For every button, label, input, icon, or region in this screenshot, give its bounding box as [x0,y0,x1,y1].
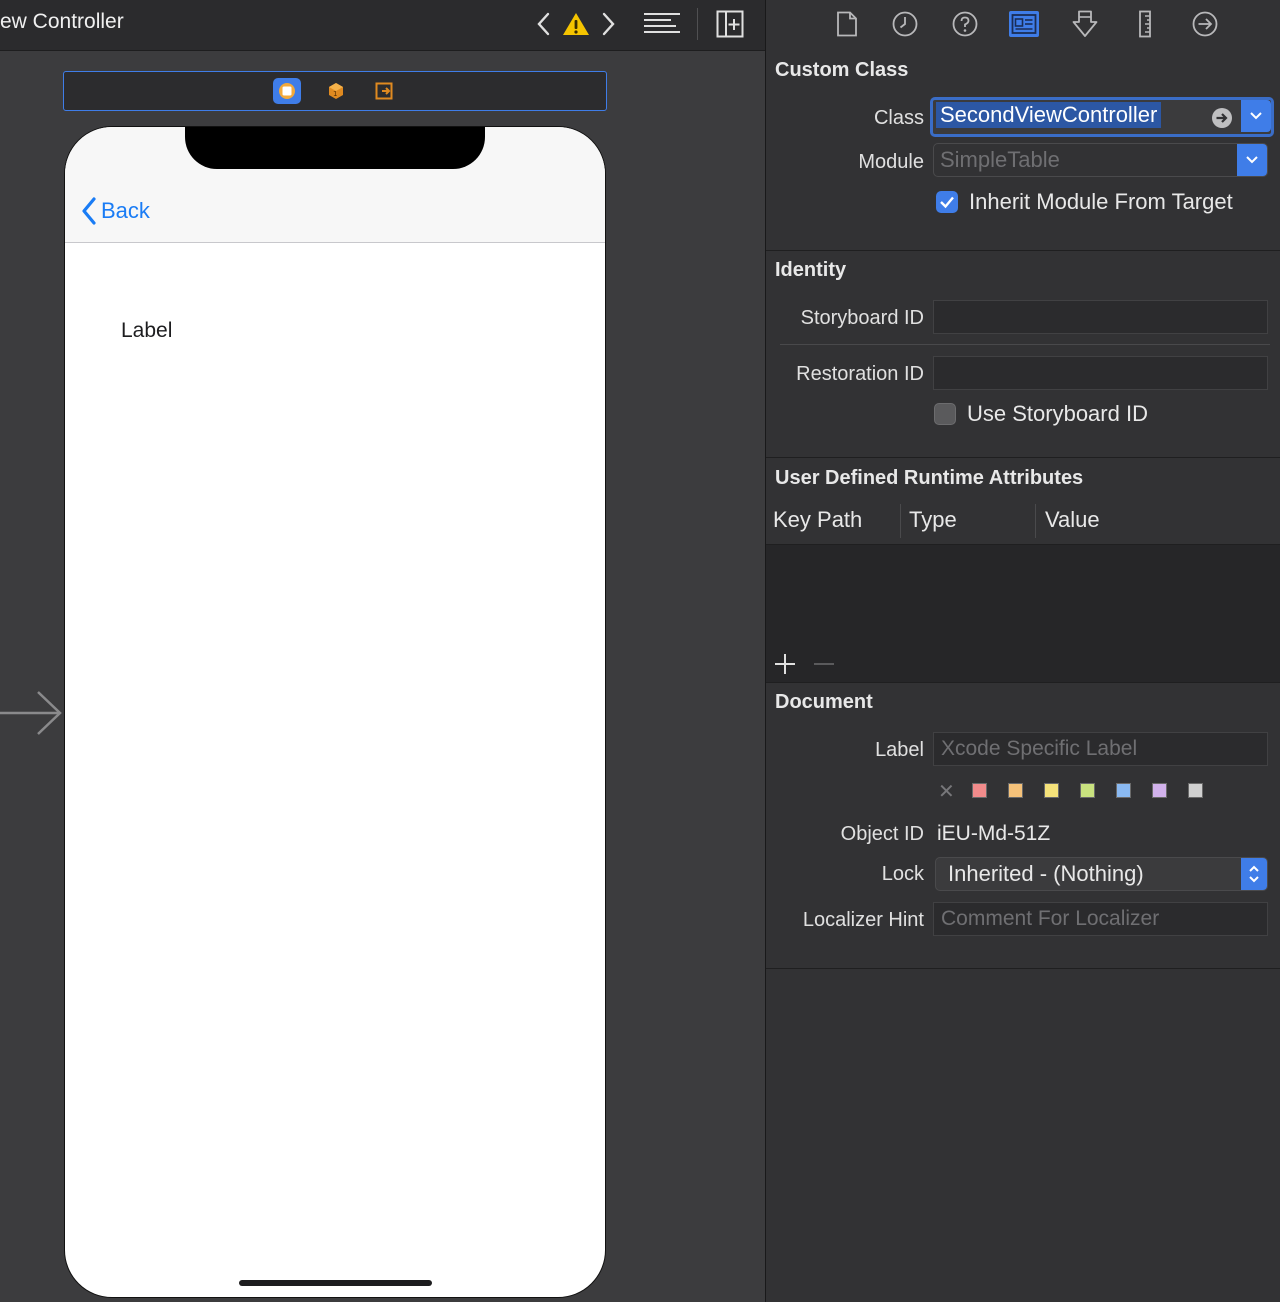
go-to-class-icon[interactable] [1211,107,1233,134]
back-button-label: Back [101,198,150,223]
module-combo-box[interactable]: SimpleTable [933,143,1268,177]
column-header-value[interactable]: Value [1045,507,1100,533]
identity-heading: Identity [775,259,847,281]
document-heading: Document [775,691,873,713]
column-header-key-path[interactable]: Key Path [773,507,862,533]
column-separator [900,504,901,538]
restoration-id-label: Restoration ID [796,363,924,385]
initial-view-controller-arrow-icon[interactable] [0,690,64,741]
inherit-module-checkbox[interactable] [936,191,958,213]
home-indicator [239,1280,432,1286]
chevron-right-icon [602,12,615,36]
navigation-bar: Back [65,127,605,243]
minus-icon [814,663,834,665]
class-dropdown-button[interactable] [1241,100,1271,132]
chevron-down-icon [1246,156,1258,164]
size-inspector-icon[interactable] [1130,9,1160,39]
lock-stepper[interactable] [1241,858,1267,890]
object-id-label: Object ID [840,823,924,845]
swatch-blue[interactable] [1116,783,1131,798]
xcode-label-field[interactable]: Xcode Specific Label [933,732,1268,766]
swatch-orange[interactable] [1008,783,1023,798]
column-separator [1035,504,1036,538]
scene-title: ew Controller [0,10,124,33]
help-inspector-icon[interactable] [950,9,980,39]
localizer-hint-label: Localizer Hint [802,909,924,931]
chevron-down-icon [1250,112,1262,120]
swatch-red[interactable] [972,783,987,798]
connections-inspector-icon[interactable] [1190,9,1220,39]
editor-jump-bar: ew Controller [0,0,765,51]
plus-icon [775,654,795,674]
swatch-purple[interactable] [1152,783,1167,798]
warning-icon[interactable] [561,8,591,40]
inherit-module-label[interactable]: Inherit Module From Target [969,189,1233,215]
history-inspector-icon[interactable] [890,9,920,39]
add-attribute-button[interactable] [774,653,796,675]
add-editor-button[interactable] [715,8,745,40]
class-value[interactable]: SecondViewController [936,102,1162,128]
remove-attribute-button[interactable] [813,653,835,675]
editor-options-button[interactable] [642,8,682,40]
device-notch [185,127,485,169]
storyboard-id-field[interactable] [933,300,1268,334]
swatch-yellow[interactable] [1044,783,1059,798]
restoration-id-field[interactable] [933,356,1268,390]
storyboard-canvas: ew Controller 1 Back Label [0,0,765,1302]
back-button[interactable]: Back [81,197,150,225]
iphone-scene[interactable]: Back Label [64,126,606,1298]
identity-inspector: Custom Class Class SecondViewController … [765,0,1280,1302]
uda-heading: User Defined Runtime Attributes [775,467,1084,489]
forward-nav-button[interactable] [598,8,620,40]
use-storyboard-id-checkbox[interactable] [934,403,956,425]
back-nav-button[interactable] [532,8,554,40]
localizer-hint-field[interactable]: Comment For Localizer [933,902,1268,936]
scene-label[interactable]: Label [121,319,172,343]
lock-popup-button[interactable]: Inherited - (Nothing) [935,857,1268,891]
swatch-green[interactable] [1080,783,1095,798]
module-dropdown-button[interactable] [1237,144,1267,176]
section-divider [766,968,1280,969]
lock-value: Inherited - (Nothing) [948,861,1144,886]
scene-dock: 1 [63,71,607,111]
class-combo-box[interactable]: SecondViewController [930,97,1274,137]
svg-text:1: 1 [333,90,337,98]
swatch-gray[interactable] [1188,783,1203,798]
custom-class-heading: Custom Class [775,59,909,81]
file-inspector-icon[interactable] [832,9,862,39]
inspector-tab-bar [766,0,1280,50]
module-placeholder: SimpleTable [940,147,1060,172]
lock-label: Lock [881,863,924,885]
section-divider [766,250,1280,251]
toolbar-divider [697,8,698,40]
section-divider [766,682,1280,683]
clear-label-color-icon[interactable]: ✕ [938,779,955,804]
use-storyboard-id-label[interactable]: Use Storyboard ID [967,401,1148,427]
checkmark-icon [940,196,954,209]
chevron-left-icon [82,197,96,225]
exit-icon[interactable] [370,78,398,104]
view-controller-icon[interactable] [273,78,301,104]
row-divider [780,344,1270,345]
identity-inspector-icon[interactable] [1009,9,1039,39]
column-header-type[interactable]: Type [909,507,957,533]
split-editor-icon [716,10,744,38]
attributes-inspector-icon[interactable] [1070,9,1100,39]
chevron-up-down-icon [1249,865,1259,883]
storyboard-id-label: Storyboard ID [800,307,924,329]
document-label-label: Label [875,739,924,761]
chevron-left-icon [537,12,550,36]
section-divider [766,457,1280,458]
uda-table-body[interactable] [766,545,1280,682]
class-label: Class [873,107,924,129]
object-id-value: iEU-Md-51Z [937,822,1051,845]
module-label: Module [858,151,924,173]
text-lines-icon [644,13,680,33]
first-responder-icon[interactable]: 1 [322,78,350,104]
uda-table-header: Key Path Type Value [766,498,1280,545]
